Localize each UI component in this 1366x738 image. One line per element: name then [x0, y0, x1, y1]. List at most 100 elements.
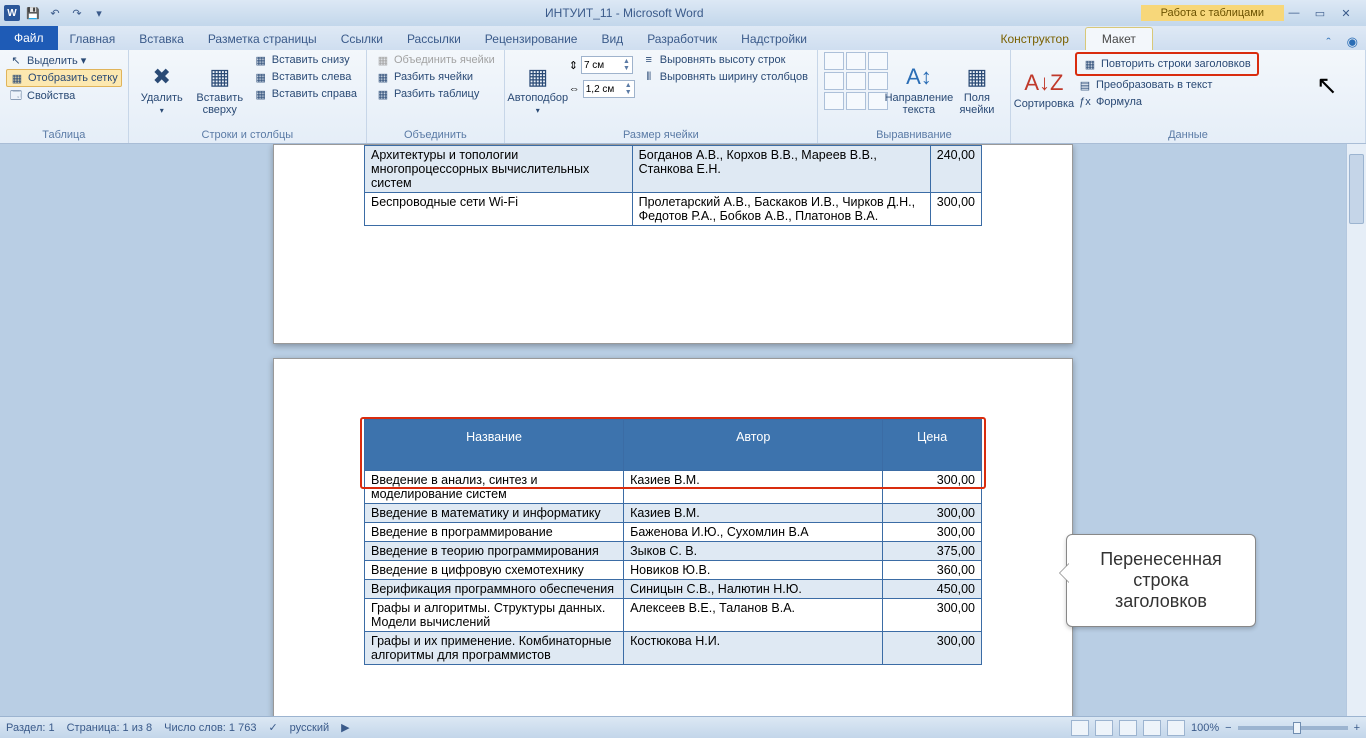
- group-rows-columns: ✖Удалить▾ ▦Вставить сверху ▦Вставить сни…: [129, 50, 367, 143]
- convert-icon: ▤: [1078, 78, 1092, 92]
- tab-table-layout[interactable]: Макет: [1085, 27, 1153, 50]
- table-row[interactable]: Введение в программированиеБаженова И.Ю.…: [365, 523, 982, 542]
- autofit-button[interactable]: ▦Автоподбор▾: [511, 52, 565, 127]
- zoom-in-icon[interactable]: +: [1354, 722, 1360, 734]
- table-row[interactable]: Введение в теорию программированияЗыков …: [365, 542, 982, 561]
- view-outline[interactable]: [1143, 720, 1161, 736]
- cell-margins-button[interactable]: ▦Поля ячейки: [950, 52, 1004, 127]
- redo-icon[interactable]: ↷: [68, 4, 86, 22]
- save-icon[interactable]: 💾: [24, 4, 42, 22]
- view-draft[interactable]: [1167, 720, 1185, 736]
- qat-dropdown-icon[interactable]: ▾: [90, 4, 108, 22]
- status-words[interactable]: Число слов: 1 763: [164, 722, 256, 734]
- properties-button[interactable]: 🗔Свойства: [6, 88, 122, 104]
- view-print-layout[interactable]: [1071, 720, 1089, 736]
- align-ml[interactable]: [824, 72, 844, 90]
- status-language[interactable]: русский: [290, 722, 329, 734]
- close-icon[interactable]: ✕: [1336, 6, 1356, 20]
- tab-insert[interactable]: Вставка: [127, 28, 196, 50]
- table-row[interactable]: Введение в цифровую схемотехникуНовиков …: [365, 561, 982, 580]
- align-bl[interactable]: [824, 92, 844, 110]
- minimize-icon[interactable]: —: [1284, 6, 1304, 20]
- distribute-cols-icon: ⦀: [642, 70, 656, 84]
- sort-icon: A↓Z: [1024, 70, 1063, 96]
- status-section[interactable]: Раздел: 1: [6, 722, 55, 734]
- table-row[interactable]: Беспроводные сети Wi-FiПролетарский А.В.…: [365, 193, 982, 226]
- zoom-slider[interactable]: [1238, 726, 1348, 730]
- tab-page-layout[interactable]: Разметка страницы: [196, 28, 329, 50]
- align-tl[interactable]: [824, 52, 844, 70]
- row-height-input[interactable]: 7 см▲▼: [581, 56, 633, 74]
- align-bc[interactable]: [846, 92, 866, 110]
- align-tr[interactable]: [868, 52, 888, 70]
- repeat-header-rows-button[interactable]: ▦Повторить строки заголовков: [1075, 52, 1259, 76]
- align-tc[interactable]: [846, 52, 866, 70]
- tab-developer[interactable]: Разработчик: [635, 28, 729, 50]
- repeat-header-icon: ▦: [1083, 57, 1097, 71]
- align-mc[interactable]: [846, 72, 866, 90]
- col-width-icon: ⇔: [569, 83, 580, 95]
- delete-button[interactable]: ✖Удалить▾: [135, 52, 189, 127]
- insert-above-button[interactable]: ▦Вставить сверху: [193, 52, 247, 127]
- formula-button[interactable]: ƒxФормула: [1075, 94, 1259, 110]
- align-mr[interactable]: [868, 72, 888, 90]
- zoom-out-icon[interactable]: −: [1225, 722, 1231, 734]
- table-page1[interactable]: Архитектуры и топологии многопроцессорны…: [364, 145, 982, 226]
- insert-above-icon: ▦: [209, 64, 230, 90]
- table-row[interactable]: Графы и их применение. Комбинаторные алг…: [365, 632, 982, 665]
- insert-below-button[interactable]: ▦Вставить снизу: [251, 52, 360, 68]
- text-direction-icon: A↕: [906, 64, 932, 90]
- tab-file[interactable]: Файл: [0, 26, 58, 50]
- table-row[interactable]: Архитектуры и топологии многопроцессорны…: [365, 146, 982, 193]
- status-page[interactable]: Страница: 1 из 8: [67, 722, 153, 734]
- distribute-cols-button[interactable]: ⦀Выровнять ширину столбцов: [639, 69, 811, 85]
- split-cells-button[interactable]: ▦Разбить ячейки: [373, 69, 498, 85]
- tab-view[interactable]: Вид: [589, 28, 635, 50]
- help-icon[interactable]: ◉: [1339, 34, 1366, 50]
- table-row[interactable]: Верификация программного обеспеченияСини…: [365, 580, 982, 599]
- text-direction-button[interactable]: A↕Направление текста: [892, 52, 946, 127]
- document-area[interactable]: Архитектуры и топологии многопроцессорны…: [0, 144, 1346, 716]
- scrollbar-thumb[interactable]: [1349, 154, 1364, 224]
- view-full-reading[interactable]: [1095, 720, 1113, 736]
- restore-icon[interactable]: ▭: [1310, 6, 1330, 20]
- group-data: A↓ZСортировка ▦Повторить строки заголовк…: [1011, 50, 1366, 143]
- col-width-input[interactable]: 1,2 см▲▼: [583, 80, 635, 98]
- split-table-icon: ▦: [376, 87, 390, 101]
- select-button[interactable]: ↖Выделить ▾: [6, 52, 122, 68]
- cursor-icon: ↖: [9, 53, 23, 67]
- page-2: Название Автор Цена Введение в анализ, с…: [273, 358, 1073, 716]
- tab-references[interactable]: Ссылки: [329, 28, 395, 50]
- tab-home[interactable]: Главная: [58, 28, 128, 50]
- table-row[interactable]: Введение в математику и информатикуКазие…: [365, 504, 982, 523]
- table-row[interactable]: Графы и алгоритмы. Структуры данных. Мод…: [365, 599, 982, 632]
- autofit-icon: ▦: [527, 64, 548, 90]
- convert-to-text-button[interactable]: ▤Преобразовать в текст: [1075, 77, 1259, 93]
- split-table-button[interactable]: ▦Разбить таблицу: [373, 86, 498, 102]
- tab-addins[interactable]: Надстройки: [729, 28, 819, 50]
- insert-right-icon: ▦: [254, 87, 268, 101]
- tab-mailings[interactable]: Рассылки: [395, 28, 473, 50]
- title-bar: W 💾 ↶ ↷ ▾ ИНТУИТ_11 - Microsoft Word Раб…: [0, 0, 1366, 26]
- ribbon-minimize-icon[interactable]: ˆ: [1318, 35, 1338, 50]
- callout-line1: Перенесенная: [1091, 549, 1231, 570]
- status-spellcheck-icon[interactable]: ✓: [268, 721, 277, 734]
- group-cell-size-label: Размер ячейки: [511, 127, 811, 143]
- view-web-layout[interactable]: [1119, 720, 1137, 736]
- status-macros-icon[interactable]: ▶: [341, 721, 349, 734]
- zoom-level[interactable]: 100%: [1191, 722, 1219, 734]
- insert-right-button[interactable]: ▦Вставить справа: [251, 86, 360, 102]
- view-gridlines-button[interactable]: ▦Отобразить сетку: [6, 69, 122, 87]
- tab-review[interactable]: Рецензирование: [473, 28, 590, 50]
- tab-table-design[interactable]: Конструктор: [984, 28, 1084, 50]
- cell-margins-icon: ▦: [967, 64, 988, 90]
- undo-icon[interactable]: ↶: [46, 4, 64, 22]
- table-page2[interactable]: Название Автор Цена Введение в анализ, с…: [364, 419, 982, 665]
- properties-icon: 🗔: [9, 89, 23, 103]
- table-row[interactable]: Введение в анализ, синтез и моделировани…: [365, 471, 982, 504]
- insert-left-button[interactable]: ▦Вставить слева: [251, 69, 360, 85]
- distribute-rows-button[interactable]: ≡Выровнять высоту строк: [639, 52, 811, 68]
- group-rows-columns-label: Строки и столбцы: [135, 127, 360, 143]
- sort-button[interactable]: A↓ZСортировка: [1017, 52, 1071, 127]
- vertical-scrollbar[interactable]: [1346, 144, 1366, 716]
